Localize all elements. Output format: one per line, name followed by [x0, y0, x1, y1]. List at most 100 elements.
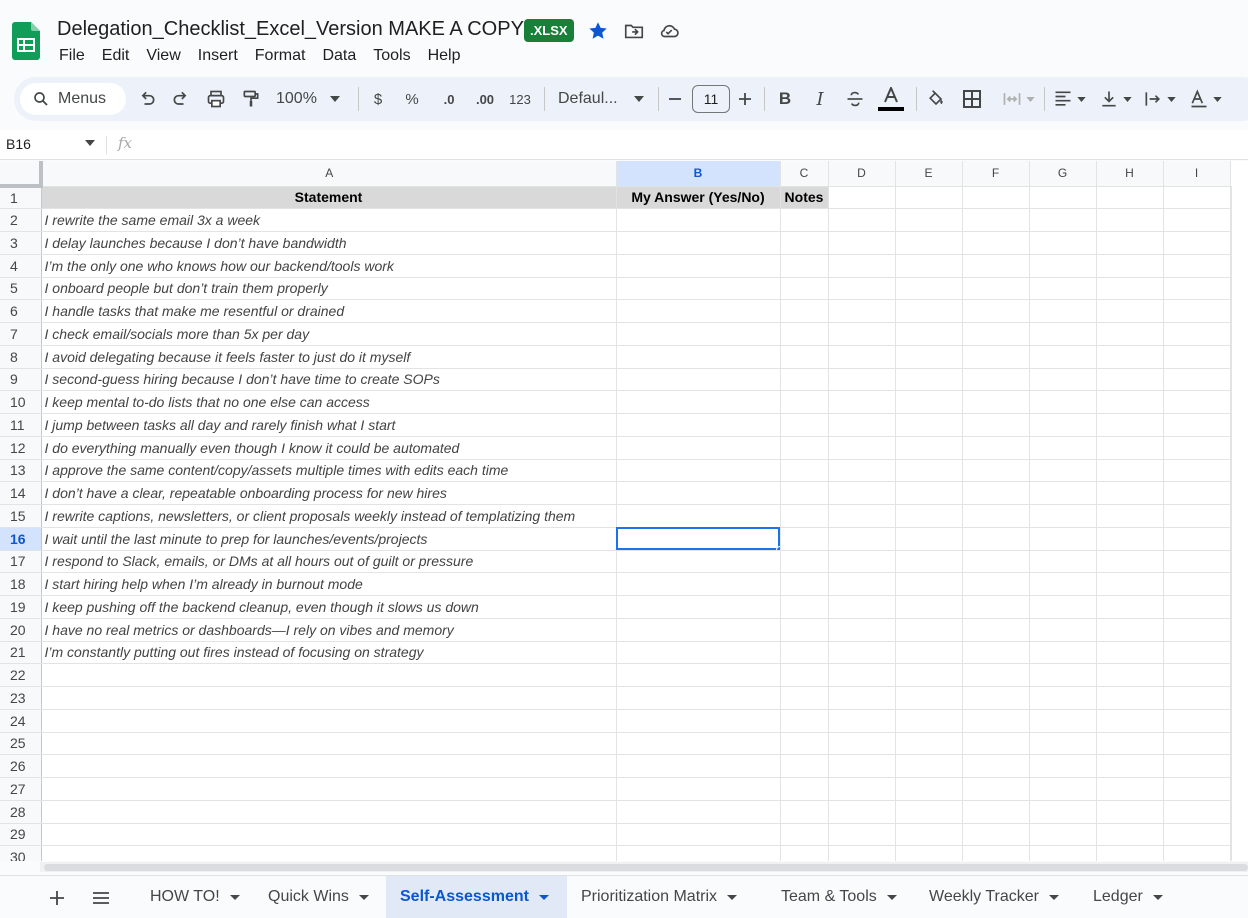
cell[interactable] [1096, 641, 1164, 665]
cell[interactable] [1163, 390, 1231, 414]
answer-cell[interactable] [616, 254, 781, 278]
cell[interactable] [1230, 641, 1232, 665]
answer-cell[interactable] [616, 413, 781, 437]
cell[interactable] [962, 436, 1030, 460]
cell[interactable] [828, 754, 896, 778]
cell[interactable] [895, 186, 963, 210]
row-header[interactable]: 9 [0, 368, 42, 392]
cell[interactable] [962, 686, 1030, 710]
cell[interactable] [1096, 277, 1164, 301]
row-header[interactable]: 6 [0, 299, 42, 323]
cell[interactable] [895, 754, 963, 778]
cell[interactable] [1163, 254, 1231, 278]
cell[interactable] [1230, 277, 1232, 301]
cell[interactable] [1163, 777, 1231, 801]
cell[interactable] [1230, 436, 1232, 460]
merge-cells-button[interactable] [998, 77, 1038, 121]
notes-cell[interactable] [780, 732, 829, 756]
statement-cell[interactable]: I’m the only one who knows how our backe… [41, 254, 617, 278]
notes-cell[interactable] [780, 299, 829, 323]
cell[interactable] [1096, 368, 1164, 392]
cell[interactable] [962, 777, 1030, 801]
row-header[interactable]: 30 [0, 845, 42, 861]
cell[interactable] [962, 459, 1030, 483]
cell[interactable] [895, 527, 963, 551]
cloud-status-icon[interactable] [658, 20, 680, 42]
answer-cell[interactable] [616, 845, 781, 861]
cell[interactable] [1029, 641, 1097, 665]
cell[interactable] [1096, 481, 1164, 505]
row-header[interactable]: 19 [0, 595, 42, 619]
cell[interactable] [1029, 823, 1097, 847]
cell[interactable] [1163, 231, 1231, 255]
cell[interactable] [1096, 504, 1164, 528]
answer-cell[interactable] [616, 754, 781, 778]
cell[interactable] [1230, 845, 1232, 861]
cell[interactable] [828, 254, 896, 278]
horizontal-scrollbar[interactable] [40, 862, 1248, 872]
column-header-i[interactable]: I [1163, 161, 1231, 187]
cell[interactable] [1029, 481, 1097, 505]
tab-weekly-tracker[interactable]: Weekly Tracker [915, 876, 1079, 918]
answer-cell[interactable] [616, 618, 781, 642]
cell[interactable] [1230, 709, 1232, 733]
notes-cell[interactable] [780, 368, 829, 392]
cell[interactable] [895, 800, 963, 824]
answer-cell[interactable] [616, 800, 781, 824]
cell[interactable] [962, 299, 1030, 323]
row-header[interactable]: 12 [0, 436, 42, 460]
text-color-button[interactable] [876, 77, 906, 121]
cell[interactable] [1230, 345, 1232, 369]
cell[interactable] [1029, 777, 1097, 801]
cell[interactable] [828, 436, 896, 460]
row-header[interactable]: 5 [0, 277, 42, 301]
fill-handle[interactable] [775, 545, 779, 550]
row-header[interactable]: 11 [0, 413, 42, 437]
cell[interactable] [1096, 413, 1164, 437]
cell[interactable] [962, 277, 1030, 301]
cell[interactable] [1096, 595, 1164, 619]
cell[interactable] [828, 208, 896, 232]
text-rotation-button[interactable] [1188, 77, 1222, 121]
cell[interactable] [1096, 436, 1164, 460]
cell[interactable] [1096, 231, 1164, 255]
cell[interactable] [1230, 208, 1232, 232]
answer-cell[interactable] [616, 436, 781, 460]
cell[interactable] [1163, 845, 1231, 861]
notes-cell[interactable] [780, 777, 829, 801]
cell[interactable] [828, 231, 896, 255]
cell[interactable] [1163, 368, 1231, 392]
cell[interactable] [1163, 550, 1231, 574]
cell[interactable] [828, 823, 896, 847]
answer-cell[interactable] [616, 231, 781, 255]
statement-cell[interactable]: I have no real metrics or dashboards—I r… [41, 618, 617, 642]
cell[interactable] [828, 277, 896, 301]
cell[interactable] [962, 595, 1030, 619]
cell[interactable] [1230, 390, 1232, 414]
vertical-align-button[interactable] [1098, 77, 1132, 121]
cell[interactable] [1163, 459, 1231, 483]
cell[interactable] [962, 527, 1030, 551]
horizontal-align-button[interactable] [1052, 77, 1086, 121]
cell[interactable] [895, 686, 963, 710]
cell[interactable] [828, 663, 896, 687]
cell[interactable] [828, 572, 896, 596]
notes-cell[interactable] [780, 322, 829, 346]
cell[interactable] [1096, 686, 1164, 710]
header-cell-answer[interactable]: My Answer (Yes/No) [616, 186, 781, 210]
answer-cell[interactable] [616, 709, 781, 733]
statement-cell[interactable] [41, 823, 617, 847]
statement-cell[interactable]: I do everything manually even though I k… [41, 436, 617, 460]
cell[interactable] [828, 618, 896, 642]
cell[interactable] [962, 368, 1030, 392]
statement-cell[interactable] [41, 754, 617, 778]
answer-cell[interactable] [616, 459, 781, 483]
cell[interactable] [1029, 527, 1097, 551]
answer-cell[interactable] [616, 572, 781, 596]
cell[interactable] [1096, 754, 1164, 778]
cell[interactable] [1163, 322, 1231, 346]
statement-cell[interactable]: I’m constantly putting out fires instead… [41, 641, 617, 665]
cell[interactable] [895, 663, 963, 687]
cell[interactable] [1163, 641, 1231, 665]
percent-button[interactable]: % [402, 77, 422, 121]
